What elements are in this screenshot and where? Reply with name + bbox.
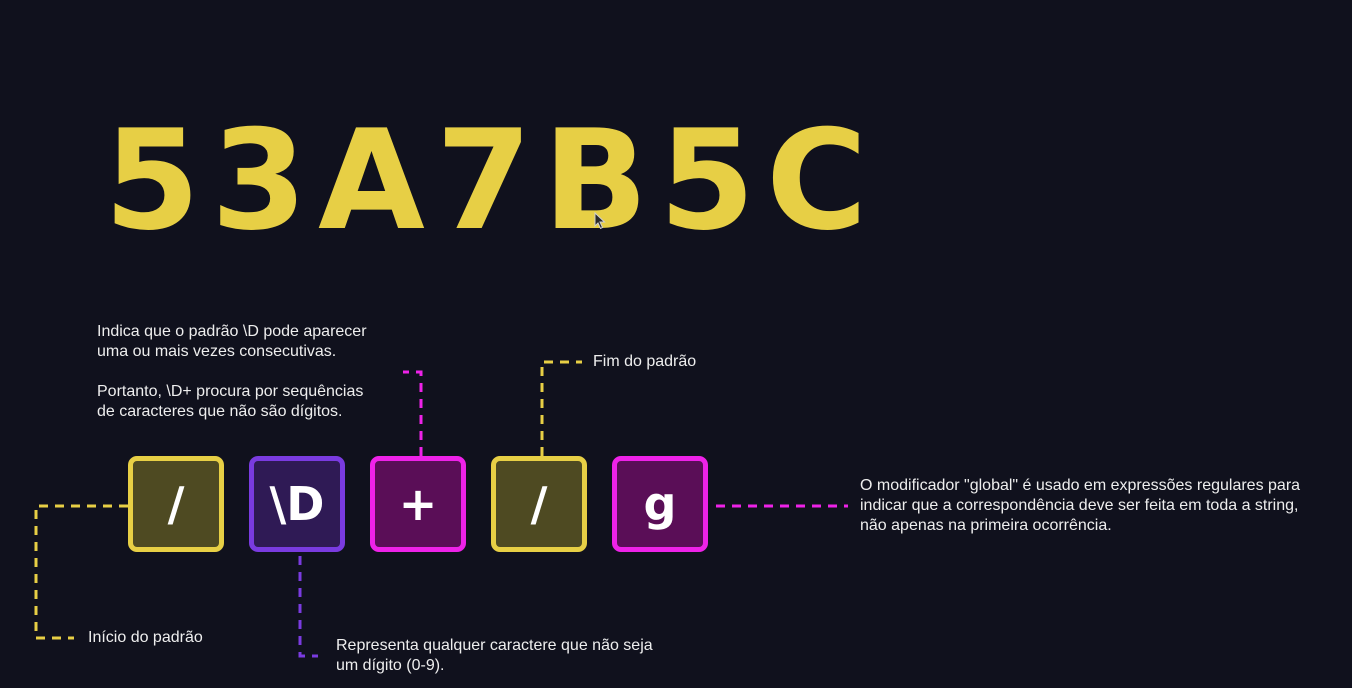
start-connector-line xyxy=(34,504,128,640)
non-digit-annotation-line-1: Representa qualquer caractere que não se… xyxy=(336,637,653,654)
global-annotation-line-3: não apenas na primeira ocorrência. xyxy=(860,517,1112,534)
open-slash-label: / xyxy=(167,477,185,531)
global-annotation: O modificador "global" é usado em expres… xyxy=(860,476,1300,536)
end-pattern-annotation: Fim do padrão xyxy=(593,353,697,370)
plus-annotation: Indica que o padrão \D pode aparecer uma… xyxy=(97,322,367,422)
global-annotation-line-1: O modificador "global" é usado em expres… xyxy=(860,477,1301,494)
plus-annotation-line-2: uma ou mais vezes consecutivas. xyxy=(97,343,337,360)
open-slash-token: / xyxy=(128,456,224,552)
non-digit-token: \D xyxy=(249,456,345,552)
non-digit-annotation: Representa qualquer caractere que não se… xyxy=(336,636,653,676)
non-digit-connector-line xyxy=(298,556,318,658)
end-connector-line xyxy=(540,360,582,456)
global-annotation-line-2: indicar que a correspondência deve ser f… xyxy=(860,497,1299,514)
plus-annotation-line-1: Indica que o padrão \D pode aparecer xyxy=(97,323,367,340)
non-digit-annotation-line-2: um dígito (0-9). xyxy=(336,657,445,674)
plus-annotation-line-3: Portanto, \D+ procura por sequências xyxy=(97,383,364,400)
plus-token: + xyxy=(370,456,466,552)
global-flag-token: g xyxy=(612,456,708,552)
close-slash-label: / xyxy=(530,477,548,531)
start-pattern-annotation: Início do padrão xyxy=(88,629,203,646)
close-slash-token: / xyxy=(491,456,587,552)
mouse-pointer-icon xyxy=(594,212,606,230)
plus-connector-line xyxy=(403,370,423,456)
plus-annotation-line-4: de caracteres que não são dígitos. xyxy=(97,403,343,420)
plus-label: + xyxy=(398,477,438,531)
global-flag-label: g xyxy=(643,477,677,531)
non-digit-label: \D xyxy=(269,477,325,531)
